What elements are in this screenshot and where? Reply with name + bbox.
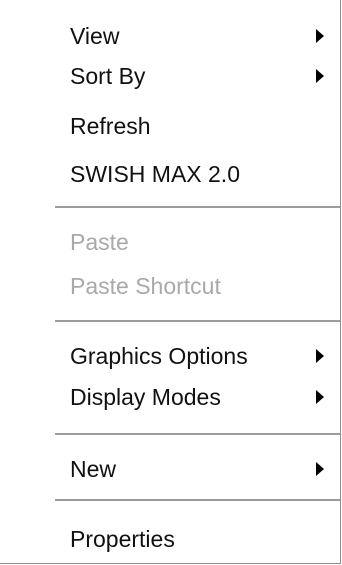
- submenu-arrow-icon: [316, 29, 324, 43]
- menu-item-new[interactable]: New: [0, 450, 340, 488]
- menu-item-paste-shortcut[interactable]: Paste Shortcut: [0, 267, 340, 305]
- submenu-arrow-icon: [316, 462, 324, 476]
- menu-item-paste-shortcut-label: Paste Shortcut: [70, 273, 221, 299]
- menu-item-properties[interactable]: Properties: [0, 520, 340, 558]
- menu-item-sort-by[interactable]: Sort By: [0, 57, 340, 95]
- menu-item-display-modes[interactable]: Display Modes: [0, 378, 340, 416]
- menu-separator: [55, 206, 340, 208]
- menu-separator: [55, 499, 340, 501]
- menu-item-view-label: View: [70, 23, 120, 49]
- menu-item-graphics-options-label: Graphics Options: [70, 343, 248, 369]
- menu-item-refresh[interactable]: Refresh: [0, 107, 340, 145]
- menu-item-new-label: New: [70, 456, 117, 482]
- menu-item-swish-max[interactable]: SWISH MAX 2.0: [0, 155, 340, 193]
- context-menu: View Sort By Refresh SWISH MAX 2.0 Paste…: [0, 0, 341, 564]
- menu-item-view[interactable]: View: [0, 17, 340, 55]
- menu-item-paste[interactable]: Paste: [0, 223, 340, 261]
- menu-separator: [55, 320, 340, 322]
- menu-item-paste-label: Paste: [70, 229, 129, 255]
- menu-item-sort-by-label: Sort By: [70, 63, 146, 89]
- menu-item-properties-label: Properties: [70, 526, 175, 552]
- submenu-arrow-icon: [316, 69, 324, 83]
- menu-item-graphics-options[interactable]: Graphics Options: [0, 337, 340, 375]
- menu-item-display-modes-label: Display Modes: [70, 384, 221, 410]
- submenu-arrow-icon: [316, 390, 324, 404]
- menu-item-swish-max-label: SWISH MAX 2.0: [70, 161, 240, 187]
- menu-item-refresh-label: Refresh: [70, 113, 151, 139]
- menu-separator: [55, 433, 340, 435]
- submenu-arrow-icon: [316, 349, 324, 363]
